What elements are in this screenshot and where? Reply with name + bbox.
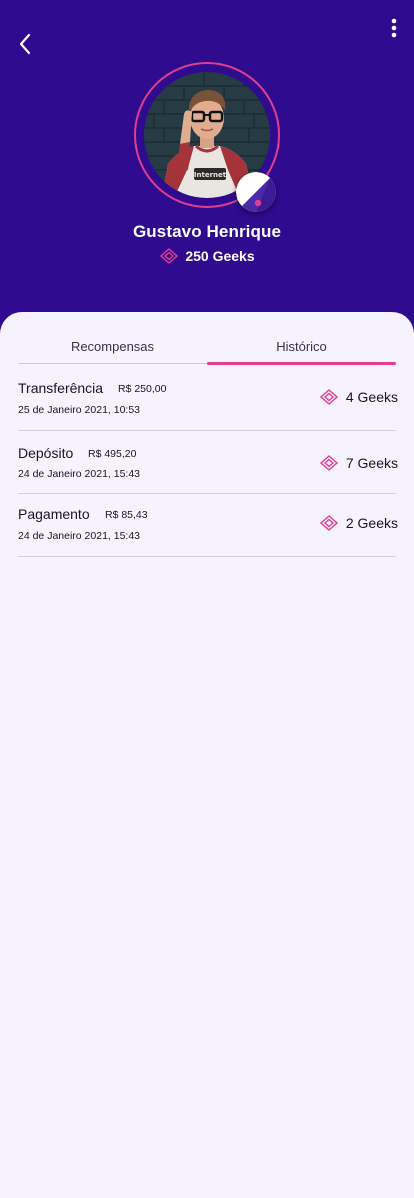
history-item-amount: R$ 85,43 [105,509,148,521]
content-sheet: Recompensas Histórico Transferência R$ 2… [0,312,414,1198]
history-list: Transferência R$ 250,00 25 de Janeiro 20… [18,368,398,557]
history-item[interactable]: Transferência R$ 250,00 25 de Janeiro 20… [18,368,398,431]
history-item[interactable]: Pagamento R$ 85,43 24 de Janeiro 2021, 1… [18,494,398,557]
tab-historico[interactable]: Histórico [207,328,396,364]
history-item-geeks: 4 Geeks [319,389,398,405]
svg-text:Internet: Internet [194,171,227,179]
diamond-icon [160,248,179,264]
diamond-icon [319,455,338,471]
tab-recompensas[interactable]: Recompensas [18,328,207,364]
history-item-type: Depósito [18,445,74,461]
diamond-icon [319,515,338,531]
more-vertical-icon [391,18,397,38]
profile-badge[interactable] [236,172,276,212]
history-item-date: 24 de Janeiro 2021, 15:43 [18,530,141,542]
history-item-amount: R$ 250,00 [118,383,167,395]
diamond-icon [319,389,338,405]
history-item-geeks-text: 4 Geeks [345,389,398,405]
geeks-balance: 250 Geeks [0,248,414,264]
tab-bar: Recompensas Histórico [18,328,396,365]
history-item-amount: R$ 495,20 [88,448,137,460]
history-item-geeks-text: 2 Geeks [345,515,398,531]
active-tab-indicator [207,362,396,365]
history-item-type: Transferência [18,380,104,396]
user-name: Gustavo Henrique [132,222,282,241]
history-item[interactable]: Depósito R$ 495,20 24 de Janeiro 2021, 1… [18,431,398,494]
profile-header: Internet Gustavo Henrique 250 Geeks [0,0,414,340]
history-item-geeks: 2 Geeks [319,515,398,531]
history-item-date: 25 de Janeiro 2021, 10:53 [18,404,141,416]
history-item-geeks-text: 7 Geeks [345,455,398,471]
geeks-balance-text: 250 Geeks [185,248,255,264]
history-item-date: 24 de Janeiro 2021, 15:43 [18,468,141,480]
history-item-geeks: 7 Geeks [319,455,398,471]
back-button[interactable] [12,30,38,58]
more-options-button[interactable] [384,16,404,40]
badge-icon [236,172,276,212]
history-item-type: Pagamento [18,506,90,522]
chevron-left-icon [19,33,31,55]
